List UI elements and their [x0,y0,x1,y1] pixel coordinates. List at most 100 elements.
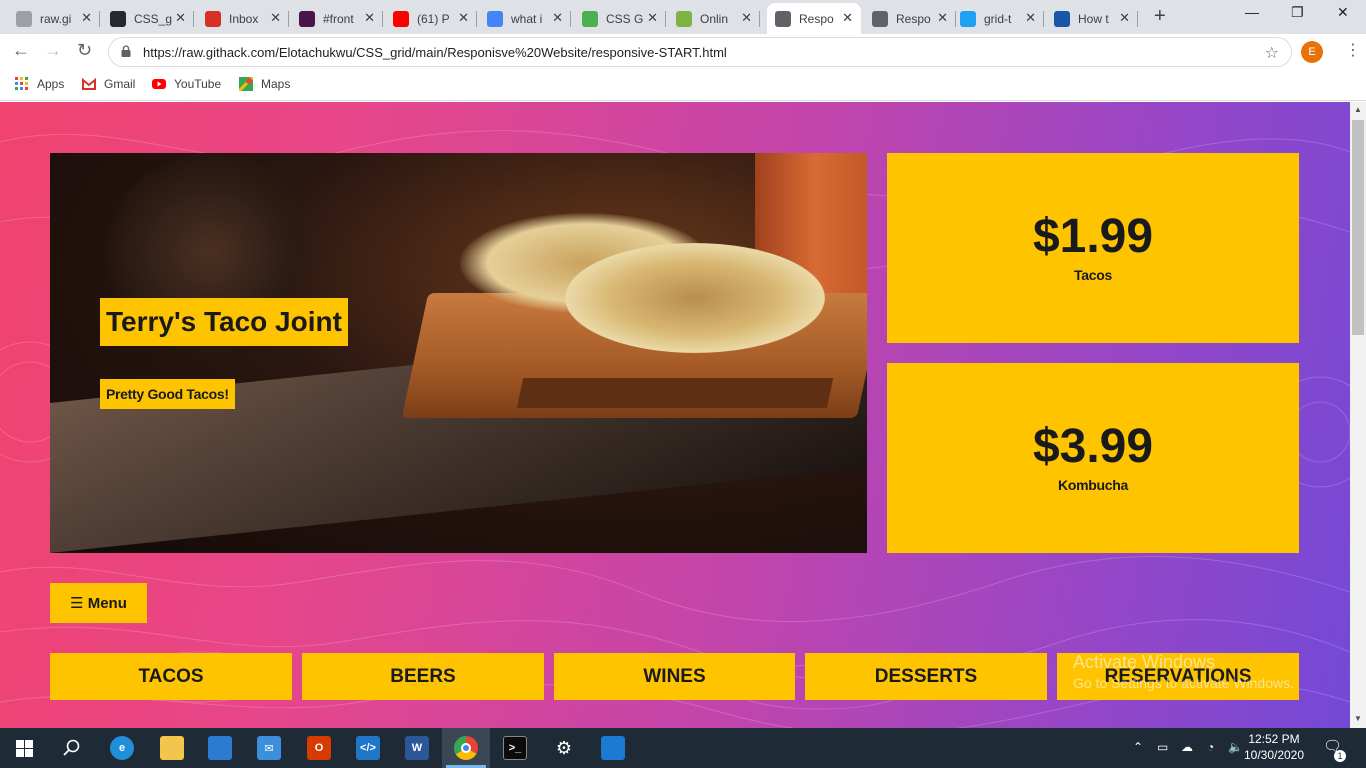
browser-tab[interactable]: CSS G ✕ [574,3,666,34]
browser-menu-icon[interactable]: ⋮ [1345,40,1361,60]
browser-tab[interactable]: Respo ✕ [864,3,956,34]
price-amount: $1.99 [1032,210,1154,263]
bookmark-label: Apps [37,77,65,91]
nav-tacos[interactable]: TACOS [50,653,292,700]
maximize-icon[interactable]: ❐ [1291,4,1304,21]
close-tab-icon[interactable]: ✕ [1025,10,1036,26]
globe-icon [775,10,791,27]
nav-desserts[interactable]: DESSERTS [805,653,1047,700]
close-tab-icon[interactable]: ✕ [552,10,563,26]
office-icon[interactable]: O [307,736,331,760]
search-icon[interactable] [63,739,81,757]
download-icon [676,10,692,27]
hero-subtitle: Pretty Good Tacos! [100,379,235,409]
browser-toolbar: ← → ↻ https://raw.githack.com/Elotachukw… [0,34,1366,70]
close-tab-icon[interactable]: ✕ [741,10,752,26]
bookmark-label: Gmail [104,77,136,91]
battery-icon[interactable]: ▭ [1157,740,1168,754]
word-icon[interactable]: W [405,736,429,760]
windows-start-icon[interactable] [16,740,33,757]
photos-icon[interactable] [601,736,625,760]
hero-title: Terry's Taco Joint [100,298,348,346]
scrollbar-thumb[interactable] [1352,120,1364,335]
nav-beers[interactable]: BEERS [302,653,544,700]
tab-title: Onlin [700,11,729,26]
browser-tab[interactable]: grid-t ✕ [952,3,1044,34]
close-tab-icon[interactable]: ✕ [270,10,281,26]
browser-tab[interactable]: Respo ✕ [767,3,861,34]
system-clock[interactable]: 12:52 PM 10/30/2020 [1240,731,1308,763]
tab-strip: raw.gi ✕ CSS_g ✕ Inbox ✕ #front ✕ (61) P ✕ what i ✕… [0,0,1366,34]
forward-icon[interactable]: → [44,40,62,61]
hero-banner: Terry's Taco Joint Pretty Good Tacos! [50,153,867,553]
bookmark-star-icon[interactable]: ☆ [1265,43,1279,63]
bookmark-maps[interactable]: Maps [239,77,290,91]
onedrive-icon[interactable]: ☁ [1181,740,1193,754]
address-bar[interactable]: https://raw.githack.com/Elotachukwu/CSS_… [108,37,1292,67]
wifi-icon[interactable]: ◔ [1207,740,1214,754]
browser-tab[interactable]: Onlin ✕ [668,3,760,34]
hero-photo-board-slot [516,378,834,408]
close-window-icon[interactable]: ✕ [1337,4,1349,21]
close-tab-icon[interactable]: ✕ [175,10,186,26]
price-card-kombucha: $3.99 Kombucha [887,363,1299,553]
file-explorer-icon[interactable] [160,736,184,760]
store-icon[interactable] [208,736,232,760]
browser-tab[interactable]: (61) P ✕ [385,3,477,34]
tab-separator [288,11,289,27]
tab-title: what i [511,11,543,26]
apps-grid-icon [15,77,28,90]
vscode-icon[interactable]: </> [356,736,380,760]
notification-count-badge: 1 [1334,750,1346,762]
browser-tab[interactable]: CSS_g ✕ [102,3,194,34]
gmail-icon [205,10,221,27]
close-tab-icon[interactable]: ✕ [647,10,658,26]
close-tab-icon[interactable]: ✕ [81,10,92,26]
back-icon[interactable]: ← [12,40,30,61]
browser-tab[interactable]: Inbox ✕ [197,3,289,34]
clock-time: 12:52 PM [1248,732,1300,746]
settings-gear-icon[interactable]: ⚙ [552,736,576,760]
page-scrollbar[interactable]: ▲ ▼ [1350,102,1366,728]
price-amount: $3.99 [1032,420,1154,473]
hero-photo-taco [565,243,825,353]
bookmark-gmail[interactable]: Gmail [82,77,135,91]
browser-tab[interactable]: How t ✕ [1046,3,1138,34]
edge-icon[interactable]: e [110,736,134,760]
tab-separator [382,11,383,27]
tab-separator [1137,11,1138,27]
tab-separator [99,11,100,27]
close-tab-icon[interactable]: ✕ [458,10,469,26]
browser-tab[interactable]: raw.gi ✕ [8,3,100,34]
terminal-icon[interactable]: >_ [503,736,527,760]
nav-wines[interactable]: WINES [554,653,795,700]
new-tab-button[interactable]: + [1154,5,1166,28]
close-tab-icon[interactable]: ✕ [842,10,853,26]
tray-chevron-icon[interactable]: ⌃ [1133,740,1143,754]
windows-taskbar: e ✉ O </> W >_ ⚙ ⌃ ▭ ☁ ◔ 🔈 12:52 PM 10/3… [0,728,1366,768]
bookmark-youtube[interactable]: YouTube [152,77,221,91]
browser-tab[interactable]: what i ✕ [479,3,571,34]
close-tab-icon[interactable]: ✕ [1119,10,1130,26]
bookmarks-bar: Apps Gmail YouTube Maps [0,70,1366,101]
youtube-icon [393,10,409,27]
tab-title: How t [1078,11,1109,26]
bookmark-apps[interactable]: Apps [15,77,64,91]
tab-title: CSS_g [134,11,172,26]
tab-separator [193,11,194,27]
scroll-up-icon[interactable]: ▲ [1354,105,1362,114]
close-tab-icon[interactable]: ✕ [364,10,375,26]
close-tab-icon[interactable]: ✕ [937,10,948,26]
page-viewport: Terry's Taco Joint Pretty Good Tacos! $1… [0,102,1350,728]
w3-icon [582,10,598,27]
browser-tab[interactable]: #front ✕ [291,3,383,34]
minimize-icon[interactable]: — [1245,4,1259,20]
slack-icon [299,10,315,27]
reload-icon[interactable]: ↻ [77,40,92,61]
chrome-icon[interactable] [454,736,478,760]
tab-separator [476,11,477,27]
mail-icon[interactable]: ✉ [257,736,281,760]
profile-avatar[interactable]: E [1301,41,1323,63]
menu-button[interactable]: ☰ Menu [50,583,147,623]
scroll-down-icon[interactable]: ▼ [1354,714,1362,723]
